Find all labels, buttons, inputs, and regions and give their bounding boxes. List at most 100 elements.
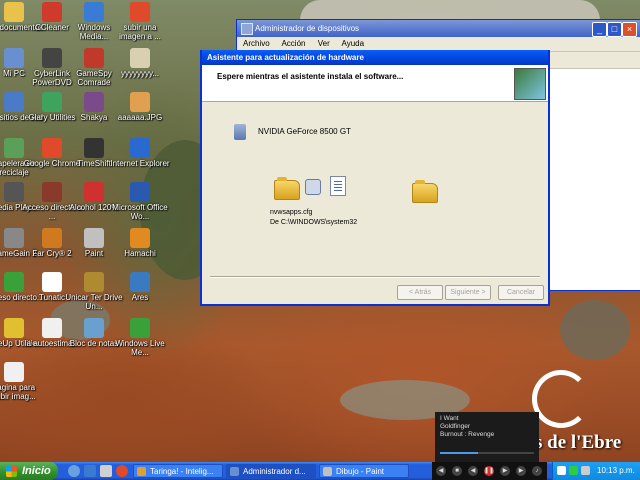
forward-icon[interactable]: ▶ xyxy=(500,466,510,476)
taskbar-item-label: Taringa! - Intelig... xyxy=(150,467,214,476)
menu-archivo[interactable]: Archivo xyxy=(243,39,270,48)
ares-icon xyxy=(130,272,150,292)
clock[interactable]: 10:13 p.m. xyxy=(597,462,635,480)
image-file-icon xyxy=(130,48,150,68)
menu-ayuda[interactable]: Ayuda xyxy=(342,39,365,48)
image-file-icon xyxy=(130,92,150,112)
tuneup-icon xyxy=(4,318,24,338)
desktop-icon[interactable]: aaaaaa.JPG xyxy=(110,92,170,122)
wizard-titlebar[interactable]: Asistente para actualización de hardware xyxy=(202,50,548,65)
wallpaper-rock xyxy=(560,300,630,360)
desktop-icon[interactable]: Ares xyxy=(110,272,170,302)
show-desktop-icon[interactable] xyxy=(68,465,80,477)
desktop-icon[interactable]: Internet Explorer xyxy=(110,138,170,168)
hardware-update-wizard[interactable]: Asistente para actualización de hardware… xyxy=(200,50,550,306)
dvd-icon xyxy=(42,48,62,68)
desktop-icon-label: Ares xyxy=(131,293,149,302)
hardware-wizard-icon xyxy=(514,68,546,100)
gamespy-icon xyxy=(84,48,104,68)
desktop-icon[interactable]: Windows Live Me... xyxy=(110,318,170,357)
glary-icon xyxy=(42,92,62,112)
wallpaper-text: s de l'Ebre xyxy=(535,432,622,453)
close-button[interactable]: × xyxy=(622,22,637,37)
mute-icon[interactable]: ♪ xyxy=(532,466,542,476)
desktop-icon[interactable]: Hamachi xyxy=(110,228,170,258)
graphics-card-icon xyxy=(234,124,246,140)
file-icon xyxy=(330,176,346,196)
start-button[interactable]: Inicio xyxy=(0,462,58,480)
destination-folder-icon xyxy=(412,180,438,203)
wallpaper-logo xyxy=(532,370,590,428)
previous-icon[interactable]: ◀ xyxy=(436,466,446,476)
word-icon xyxy=(130,182,150,202)
drive-icon xyxy=(84,272,104,292)
device-manager-titlebar[interactable]: Administrador de dispositivos _ □ × xyxy=(237,20,640,37)
menu-accion[interactable]: Acción xyxy=(281,39,305,48)
recycle-bin-icon xyxy=(4,138,24,158)
chrome-quicklaunch-icon[interactable] xyxy=(116,465,128,477)
desktop-icon[interactable]: pagina para subir imag... xyxy=(0,362,44,401)
device-manager-title: Administrador de dispositivos xyxy=(255,24,360,33)
menu-ver[interactable]: Ver xyxy=(318,39,330,48)
device-manager-icon xyxy=(230,467,239,476)
desktop-icon-label: pagina para subir imag... xyxy=(0,383,36,401)
taskbar-item-paint[interactable]: Dibujo - Paint xyxy=(319,464,409,478)
wizard-heading: Espere mientras el asistente instala el … xyxy=(217,72,404,81)
start-label: Inicio xyxy=(22,465,51,477)
volume-icon[interactable] xyxy=(557,466,566,475)
desktop-icon-label: yyyyyyyy... xyxy=(120,69,160,78)
desktop-icon-label: Windows Live Me... xyxy=(115,339,165,357)
system-tray: 10:13 p.m. xyxy=(552,462,640,480)
desktop-icon-label: subir una imagen a ... xyxy=(119,23,161,41)
copy-file-name: nvwsapps.cfg xyxy=(270,209,313,216)
chrome-icon xyxy=(130,2,150,22)
farcry-icon xyxy=(42,228,62,248)
notepad-icon xyxy=(84,318,104,338)
shortcut-icon xyxy=(4,272,24,292)
gamegain-icon xyxy=(4,228,24,248)
pause-icon[interactable]: ❚❚ xyxy=(484,466,494,476)
ie-icon xyxy=(130,138,150,158)
stop-icon[interactable]: ■ xyxy=(452,466,462,476)
network-icon xyxy=(4,92,24,112)
media-player-icon xyxy=(84,2,104,22)
taringa-icon xyxy=(137,467,146,476)
desktop-icon-label: Internet Explorer xyxy=(110,159,170,168)
image-file-icon xyxy=(84,92,104,112)
desktop-icon-label: Hamachi xyxy=(124,249,156,258)
shortcut-icon xyxy=(42,182,62,202)
media-player-popup[interactable]: I Want Goldfinger Burnout : Revenge xyxy=(435,412,539,462)
rewind-icon[interactable]: ◀ xyxy=(468,466,478,476)
device-name: NVIDIA GeForce 8500 GT xyxy=(258,127,351,136)
desktop-icon[interactable]: yyyyyyyy... xyxy=(110,48,170,78)
ccleaner-icon xyxy=(42,2,62,22)
copy-file-destination: De C:\WINDOWS\system32 xyxy=(270,219,358,226)
paint-icon xyxy=(84,228,104,248)
settings-file-icon xyxy=(305,179,321,195)
back-button[interactable]: < Atrás xyxy=(397,285,443,300)
desktop-icon-label: aaaaaa.JPG xyxy=(117,113,163,122)
taskbar-item-taringa[interactable]: Taringa! - Intelig... xyxy=(133,464,223,478)
taskbar-item-label: Dibujo - Paint xyxy=(336,467,385,476)
taskbar-item-label: Administrador d... xyxy=(243,467,306,476)
desktop-icon-label: Microsoft Office Wo... xyxy=(112,203,168,221)
tunatic-icon xyxy=(42,272,62,292)
desktop-icon[interactable]: Microsoft Office Wo... xyxy=(110,182,170,221)
maximize-button[interactable]: □ xyxy=(607,22,622,37)
track-progress[interactable] xyxy=(440,452,534,454)
network-tray-icon[interactable] xyxy=(569,466,578,475)
taskbar-item-device-manager[interactable]: Administrador d... xyxy=(226,464,316,478)
next-icon[interactable]: ▶ xyxy=(516,466,526,476)
quicklaunch-icon[interactable] xyxy=(100,465,112,477)
track-artist: Goldfinger xyxy=(440,423,470,430)
document-icon xyxy=(42,318,62,338)
ie-quicklaunch-icon[interactable] xyxy=(84,465,96,477)
minimize-button[interactable]: _ xyxy=(592,22,607,37)
document-icon xyxy=(4,362,24,382)
cancel-button[interactable]: Cancelar xyxy=(498,285,544,300)
next-button[interactable]: Siguiente > xyxy=(445,285,491,300)
tray-icon[interactable] xyxy=(581,466,590,475)
desktop-icon[interactable]: subir una imagen a ... xyxy=(110,2,170,41)
wizard-header: Espere mientras el asistente instala el … xyxy=(202,65,548,102)
hamachi-icon xyxy=(130,228,150,248)
